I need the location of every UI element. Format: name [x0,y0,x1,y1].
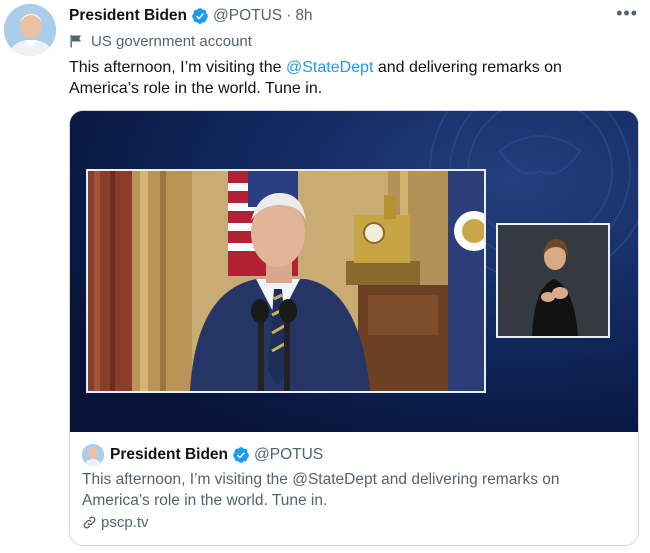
tweet-timestamp[interactable]: 8h [295,7,312,25]
main-video-frame [86,169,486,393]
quoted-author-name: President Biden [110,446,228,463]
card-link[interactable]: pscp.tv [82,514,628,531]
quoted-tweet-header: President Biden @POTUS [82,444,628,466]
speaker-scene [88,171,484,391]
sign-language-interpreter-frame [496,223,610,338]
more-options-icon[interactable]: ••• [616,4,638,22]
mention-link[interactable]: @StateDept [286,59,373,76]
interpreter-scene [498,225,608,336]
author-handle[interactable]: @POTUS [213,7,282,25]
verified-badge-icon [232,446,250,464]
author-name[interactable]: President Biden [69,7,187,25]
card-link-text[interactable]: pscp.tv [101,514,149,531]
quoted-tweet-text: This afternoon, I’m visiting the @StateD… [82,471,560,509]
video-thumbnail[interactable] [70,111,638,432]
verified-badge-icon [191,7,209,25]
quote-tweet-card[interactable]: President Biden @POTUS This afternoon, I… [69,110,639,546]
account-label-text: US government account [91,32,252,50]
tweet-header: President Biden @POTUS · 8h [69,5,640,27]
link-icon [83,516,96,529]
quoted-tweet[interactable]: President Biden @POTUS This afternoon, I… [70,432,638,545]
flag-icon [70,35,81,48]
tweet-text: This afternoon, I’m visiting the @StateD… [69,57,629,99]
header-separator: · [286,7,292,24]
government-account-label: US government account [69,31,252,51]
quoted-author-avatar [82,444,104,466]
author-avatar[interactable] [4,4,56,56]
tweet-text-start: This afternoon, I’m visiting the [69,59,286,76]
quoted-author-handle: @POTUS [254,446,324,463]
